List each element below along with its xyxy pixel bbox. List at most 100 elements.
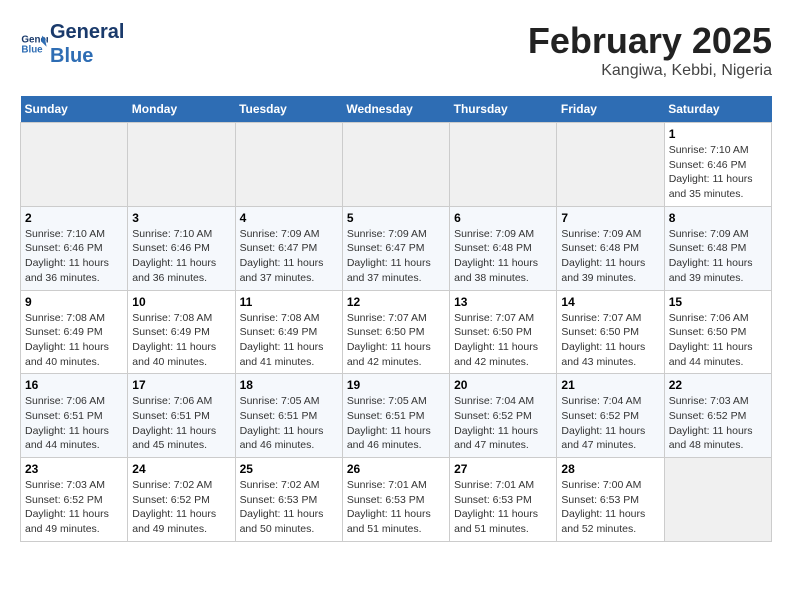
day-cell: 3 Sunrise: 7:10 AM Sunset: 6:46 PM Daylig… — [128, 206, 235, 290]
header-row: SundayMondayTuesdayWednesdayThursdayFrid… — [21, 96, 772, 123]
day-cell: 21 Sunrise: 7:04 AM Sunset: 6:52 PM Dayli… — [557, 374, 664, 458]
day-cell: 6Sunrise: 7:09 AM Sunset: 6:48 PM Daylig… — [450, 206, 557, 290]
day-cell: 16Sunrise: 7:06 AM Sunset: 6:51 PM Dayli… — [21, 374, 128, 458]
header-cell-monday: Monday — [128, 96, 235, 123]
day-number: 18 — [240, 378, 338, 392]
day-number: 15 — [669, 295, 767, 309]
day-cell: 19Sunrise: 7:05 AM Sunset: 6:51 PM Dayli… — [342, 374, 449, 458]
day-number: 23 — [25, 462, 123, 476]
day-cell: 20 Sunrise: 7:04 AM Sunset: 6:52 PM Dayli… — [450, 374, 557, 458]
header-cell-friday: Friday — [557, 96, 664, 123]
day-cell: 9 Sunrise: 7:08 AM Sunset: 6:49 PM Daylig… — [21, 290, 128, 374]
day-cell: 23Sunrise: 7:03 AM Sunset: 6:52 PM Dayli… — [21, 458, 128, 542]
day-info: Sunrise: 7:01 AM Sunset: 6:53 PM Dayligh… — [347, 478, 445, 537]
day-info: Sunrise: 7:03 AM Sunset: 6:52 PM Dayligh… — [669, 394, 767, 453]
day-info: Sunrise: 7:09 AM Sunset: 6:47 PM Dayligh… — [347, 227, 445, 286]
day-info: Sunrise: 7:06 AM Sunset: 6:50 PM Dayligh… — [669, 311, 767, 370]
day-number: 20 — [454, 378, 552, 392]
day-cell: 26 Sunrise: 7:01 AM Sunset: 6:53 PM Dayli… — [342, 458, 449, 542]
day-number: 28 — [561, 462, 659, 476]
day-number: 9 — [25, 295, 123, 309]
week-row-1: 1 Sunrise: 7:10 AM Sunset: 6:46 PM Daylig… — [21, 123, 772, 207]
title-block: February 2025 Kangiwa, Kebbi, Nigeria — [528, 20, 772, 80]
day-info: Sunrise: 7:07 AM Sunset: 6:50 PM Dayligh… — [347, 311, 445, 370]
logo: General Blue General Blue — [20, 20, 124, 68]
logo-general: General — [50, 20, 124, 44]
day-cell: 15 Sunrise: 7:06 AM Sunset: 6:50 PM Dayli… — [664, 290, 771, 374]
day-number: 13 — [454, 295, 552, 309]
day-info: Sunrise: 7:04 AM Sunset: 6:52 PM Dayligh… — [454, 394, 552, 453]
day-info: Sunrise: 7:00 AM Sunset: 6:53 PM Dayligh… — [561, 478, 659, 537]
day-cell — [128, 123, 235, 207]
day-cell: 4Sunrise: 7:09 AM Sunset: 6:47 PM Daylig… — [235, 206, 342, 290]
day-number: 12 — [347, 295, 445, 309]
day-info: Sunrise: 7:05 AM Sunset: 6:51 PM Dayligh… — [240, 394, 338, 453]
day-number: 21 — [561, 378, 659, 392]
calendar-title: February 2025 — [528, 20, 772, 62]
day-info: Sunrise: 7:02 AM Sunset: 6:52 PM Dayligh… — [132, 478, 230, 537]
day-number: 26 — [347, 462, 445, 476]
day-cell — [664, 458, 771, 542]
day-cell: 13Sunrise: 7:07 AM Sunset: 6:50 PM Dayli… — [450, 290, 557, 374]
day-cell: 28 Sunrise: 7:00 AM Sunset: 6:53 PM Dayli… — [557, 458, 664, 542]
svg-text:Blue: Blue — [21, 44, 43, 55]
day-info: Sunrise: 7:10 AM Sunset: 6:46 PM Dayligh… — [669, 143, 767, 202]
week-row-2: 2 Sunrise: 7:10 AM Sunset: 6:46 PM Daylig… — [21, 206, 772, 290]
day-cell: 12 Sunrise: 7:07 AM Sunset: 6:50 PM Dayli… — [342, 290, 449, 374]
day-info: Sunrise: 7:07 AM Sunset: 6:50 PM Dayligh… — [561, 311, 659, 370]
header-cell-thursday: Thursday — [450, 96, 557, 123]
day-cell — [21, 123, 128, 207]
day-cell: 27 Sunrise: 7:01 AM Sunset: 6:53 PM Dayli… — [450, 458, 557, 542]
header-cell-tuesday: Tuesday — [235, 96, 342, 123]
day-cell: 8 Sunrise: 7:09 AM Sunset: 6:48 PM Daylig… — [664, 206, 771, 290]
week-row-5: 23Sunrise: 7:03 AM Sunset: 6:52 PM Dayli… — [21, 458, 772, 542]
day-cell: 25Sunrise: 7:02 AM Sunset: 6:53 PM Dayli… — [235, 458, 342, 542]
day-number: 1 — [669, 127, 767, 141]
day-cell — [557, 123, 664, 207]
day-number: 24 — [132, 462, 230, 476]
calendar-header: SundayMondayTuesdayWednesdayThursdayFrid… — [21, 96, 772, 123]
calendar-body: 1 Sunrise: 7:10 AM Sunset: 6:46 PM Daylig… — [21, 123, 772, 542]
day-number: 2 — [25, 211, 123, 225]
day-number: 3 — [132, 211, 230, 225]
logo-icon: General Blue — [20, 30, 48, 58]
day-cell: 7 Sunrise: 7:09 AM Sunset: 6:48 PM Daylig… — [557, 206, 664, 290]
page-header: General Blue General Blue February 2025 … — [20, 20, 772, 80]
day-cell: 22Sunrise: 7:03 AM Sunset: 6:52 PM Dayli… — [664, 374, 771, 458]
day-info: Sunrise: 7:09 AM Sunset: 6:48 PM Dayligh… — [561, 227, 659, 286]
day-number: 16 — [25, 378, 123, 392]
day-info: Sunrise: 7:09 AM Sunset: 6:48 PM Dayligh… — [669, 227, 767, 286]
day-number: 5 — [347, 211, 445, 225]
day-cell: 5 Sunrise: 7:09 AM Sunset: 6:47 PM Daylig… — [342, 206, 449, 290]
day-cell: 1 Sunrise: 7:10 AM Sunset: 6:46 PM Daylig… — [664, 123, 771, 207]
day-cell: 14 Sunrise: 7:07 AM Sunset: 6:50 PM Dayli… — [557, 290, 664, 374]
day-number: 7 — [561, 211, 659, 225]
week-row-4: 16Sunrise: 7:06 AM Sunset: 6:51 PM Dayli… — [21, 374, 772, 458]
day-cell: 2Sunrise: 7:10 AM Sunset: 6:46 PM Daylig… — [21, 206, 128, 290]
header-cell-saturday: Saturday — [664, 96, 771, 123]
day-number: 14 — [561, 295, 659, 309]
day-number: 17 — [132, 378, 230, 392]
day-number: 8 — [669, 211, 767, 225]
day-info: Sunrise: 7:08 AM Sunset: 6:49 PM Dayligh… — [25, 311, 123, 370]
day-cell: 17Sunrise: 7:06 AM Sunset: 6:51 PM Dayli… — [128, 374, 235, 458]
day-info: Sunrise: 7:08 AM Sunset: 6:49 PM Dayligh… — [240, 311, 338, 370]
day-number: 19 — [347, 378, 445, 392]
day-info: Sunrise: 7:09 AM Sunset: 6:48 PM Dayligh… — [454, 227, 552, 286]
day-info: Sunrise: 7:01 AM Sunset: 6:53 PM Dayligh… — [454, 478, 552, 537]
day-cell — [235, 123, 342, 207]
week-row-3: 9 Sunrise: 7:08 AM Sunset: 6:49 PM Daylig… — [21, 290, 772, 374]
calendar-subtitle: Kangiwa, Kebbi, Nigeria — [528, 62, 772, 80]
day-cell: 11Sunrise: 7:08 AM Sunset: 6:49 PM Dayli… — [235, 290, 342, 374]
day-number: 27 — [454, 462, 552, 476]
day-info: Sunrise: 7:04 AM Sunset: 6:52 PM Dayligh… — [561, 394, 659, 453]
day-info: Sunrise: 7:10 AM Sunset: 6:46 PM Dayligh… — [132, 227, 230, 286]
day-info: Sunrise: 7:08 AM Sunset: 6:49 PM Dayligh… — [132, 311, 230, 370]
day-number: 25 — [240, 462, 338, 476]
header-cell-wednesday: Wednesday — [342, 96, 449, 123]
header-cell-sunday: Sunday — [21, 96, 128, 123]
day-cell: 10Sunrise: 7:08 AM Sunset: 6:49 PM Dayli… — [128, 290, 235, 374]
day-cell: 24 Sunrise: 7:02 AM Sunset: 6:52 PM Dayli… — [128, 458, 235, 542]
logo-blue: Blue — [50, 44, 124, 68]
day-cell — [450, 123, 557, 207]
